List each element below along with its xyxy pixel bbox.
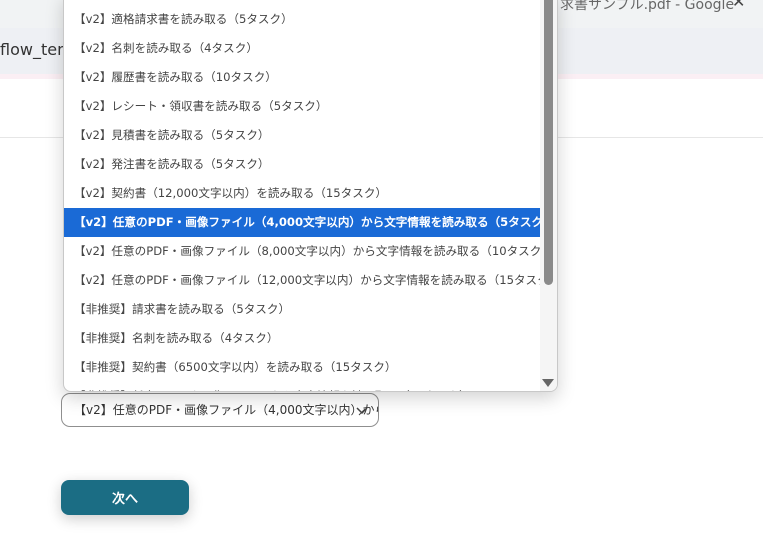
- dropdown-option[interactable]: 【非推奨】任意のPDFや画像ファイルから文字情報を読み取る（15タスク）: [64, 382, 540, 391]
- options-dropdown: 【v2】適格請求書を読み取る（5タスク） 【v2】名刺を読み取る（4タスク） 【v2…: [63, 0, 558, 392]
- dropdown-option[interactable]: 【v2】レシート・領収書を読み取る（5タスク）: [64, 92, 540, 121]
- dropdown-option[interactable]: 【v2】任意のPDF・画像ファイル（4,000文字以内）から文字情報を読み取る（…: [64, 208, 540, 237]
- dropdown-option[interactable]: 【非推奨】請求書を読み取る（5タスク）: [64, 295, 540, 324]
- dropdown-option[interactable]: 【v2】任意のPDF・画像ファイル（8,000文字以内）から文字情報を読み取る（…: [64, 237, 540, 266]
- dropdown-option[interactable]: 【v2】見積書を読み取る（5タスク）: [64, 121, 540, 150]
- action-select[interactable]: 【v2】任意のPDF・画像ファイル（4,000文字以内）から文字情報を読み取る（…: [61, 393, 379, 427]
- dropdown-option[interactable]: 【v2】契約書（12,000文字以内）を読み取る（15タスク）: [64, 179, 540, 208]
- options-list: 【v2】適格請求書を読み取る（5タスク） 【v2】名刺を読み取る（4タスク） 【v2…: [64, 5, 540, 391]
- select-toggle-icon[interactable]: [355, 404, 369, 418]
- page-title: flow_tem: [0, 40, 73, 59]
- scrollbar-thumb[interactable]: [544, 0, 553, 285]
- dropdown-option[interactable]: 【v2】発注書を読み取る（5タスク）: [64, 150, 540, 179]
- next-button[interactable]: 次へ: [61, 480, 189, 515]
- dropdown-option[interactable]: 【v2】名刺を読み取る（4タスク）: [64, 34, 540, 63]
- scroll-down-arrow-icon[interactable]: [542, 379, 554, 387]
- dropdown-option[interactable]: 【非推奨】名刺を読み取る（4タスク）: [64, 324, 540, 353]
- dropdown-option[interactable]: 【非推奨】契約書（6500文字以内）を読み取る（15タスク）: [64, 353, 540, 382]
- dropdown-option[interactable]: 【v2】履歴書を読み取る（10タスク）: [64, 63, 540, 92]
- scrollbar[interactable]: [540, 0, 557, 391]
- dropdown-option[interactable]: 【v2】適格請求書を読み取る（5タスク）: [64, 5, 540, 34]
- dropdown-option[interactable]: 【v2】任意のPDF・画像ファイル（12,000文字以内）から文字情報を読み取る…: [64, 266, 540, 295]
- background-tab-title[interactable]: 求書サンプル.pdf - Google: [560, 0, 734, 14]
- tab-close-icon[interactable]: ✕: [732, 0, 745, 11]
